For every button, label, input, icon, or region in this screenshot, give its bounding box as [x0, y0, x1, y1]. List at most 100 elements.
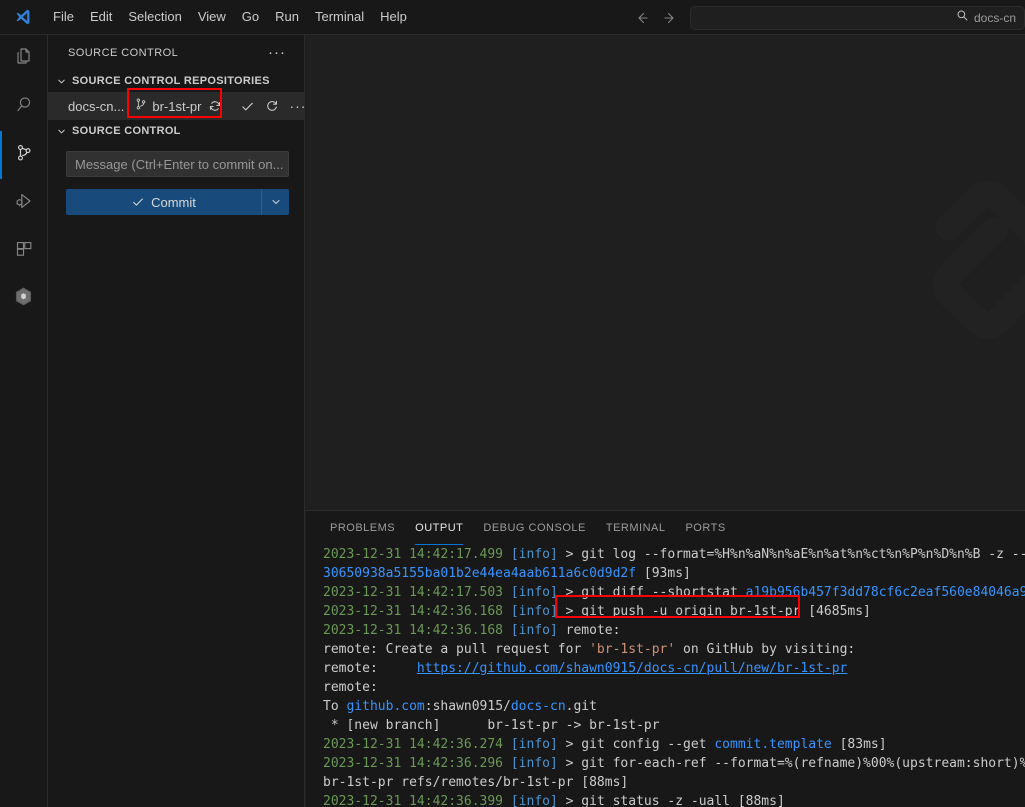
- output-log-segment: > git diff --shortstat: [557, 585, 746, 600]
- output-log-line: * [new branch] br-1st-pr -> br-1st-pr: [323, 716, 1025, 735]
- menu-help[interactable]: Help: [372, 5, 415, 29]
- navigate-back-icon[interactable]: [628, 5, 656, 31]
- repository-branch[interactable]: br-1st-pr: [134, 97, 222, 116]
- output-log-line: 2023-12-31 14:42:36.168 [info] remote:: [323, 621, 1025, 640]
- output-log-segment: 2023-12-31 14:42:17.503: [323, 585, 511, 600]
- output-log-line: 2023-12-31 14:42:17.503 [info] > git dif…: [323, 583, 1025, 602]
- chevron-down-icon: [53, 126, 69, 137]
- output-log-segment: docs-cn: [510, 699, 566, 714]
- output-log-segment: br-1st-pr refs/remotes/br-1st-pr [88ms]: [323, 775, 629, 790]
- tab-problems[interactable]: PROBLEMS: [320, 511, 405, 545]
- output-log-line: 30650938a5155ba01b2e44ea4aab611a6c0d9d2f…: [323, 564, 1025, 583]
- sidebar-item-run-and-debug[interactable]: [0, 179, 48, 227]
- repository-more-icon[interactable]: ···: [289, 99, 306, 113]
- editor-empty-area: [306, 35, 1025, 510]
- chevron-down-icon: [270, 196, 282, 208]
- search-icon: [956, 9, 969, 27]
- output-log-line: 2023-12-31 14:42:17.499 [info] > git log…: [323, 545, 1025, 564]
- output-log-line: 2023-12-31 14:42:36.274 [info] > git con…: [323, 735, 1025, 754]
- output-log-line: 2023-12-31 14:42:36.399 [info] > git sta…: [323, 792, 1025, 807]
- commit-check-icon[interactable]: [240, 99, 255, 114]
- command-center-group: docs-cn: [628, 0, 1025, 35]
- output-log-segment: remote:: [557, 623, 621, 638]
- title-bar: File Edit Selection View Go Run Terminal…: [0, 0, 1025, 35]
- repository-branch-name: br-1st-pr: [152, 98, 202, 114]
- sidebar-title: SOURCE CONTROL: [68, 46, 179, 59]
- repository-row[interactable]: docs-cn... br-1st-pr ···: [48, 92, 306, 120]
- section-title-repositories: SOURCE CONTROL REPOSITORIES: [72, 75, 270, 87]
- output-log-segment[interactable]: https://github.com/shawn0915/docs-cn/pul…: [417, 661, 847, 676]
- commit-dropdown-button[interactable]: [261, 189, 289, 215]
- sidebar-item-extensions[interactable]: [0, 227, 48, 275]
- activity-bar: [0, 35, 48, 807]
- sidebar-more-actions-icon[interactable]: ···: [268, 45, 286, 60]
- tab-terminal[interactable]: TERMINAL: [596, 511, 676, 545]
- source-control-icon: [12, 141, 36, 170]
- output-log-segment: [info]: [510, 604, 558, 619]
- output-log-segment: .git: [565, 699, 597, 714]
- output-log-segment: 30650938a5155ba01b2e44ea4aab611a6c0d9d2f: [323, 566, 637, 581]
- chevron-down-icon: [53, 76, 69, 87]
- output-log-segment: 'br-1st-pr': [589, 642, 676, 657]
- output-log-segment: * [new branch] br-1st-pr -> br-1st-pr: [323, 718, 660, 733]
- output-log-segment: :shawn0915/: [424, 699, 511, 714]
- tab-debug-console[interactable]: DEBUG CONSOLE: [473, 511, 595, 545]
- run-debug-icon: [12, 189, 36, 218]
- output-log-line: remote: https://github.com/shawn0915/doc…: [323, 659, 1025, 678]
- output-log-segment: > git push -u origin br-1st-pr [4685ms]: [557, 604, 871, 619]
- output-log-segment: on GitHub by visiting:: [675, 642, 856, 657]
- section-header-source-control[interactable]: SOURCE CONTROL: [48, 120, 304, 142]
- section-header-repositories[interactable]: SOURCE CONTROL REPOSITORIES: [48, 70, 304, 92]
- output-log-segment: [info]: [510, 794, 558, 807]
- output-log-segment: To: [323, 699, 347, 714]
- menu-terminal[interactable]: Terminal: [307, 5, 372, 29]
- sidebar-item-search[interactable]: [0, 83, 48, 131]
- check-icon: [131, 195, 145, 209]
- output-log-segment: commit.template: [714, 737, 832, 752]
- output-log[interactable]: 2023-12-31 14:42:17.499 [info] > git log…: [306, 545, 1025, 807]
- output-log-line: remote:: [323, 678, 1025, 697]
- output-log-segment: 2023-12-31 14:42:36.168: [323, 604, 511, 619]
- output-log-segment: 2023-12-31 14:42:36.296: [323, 756, 511, 771]
- menu-edit[interactable]: Edit: [82, 5, 120, 29]
- hexagon-icon: [12, 285, 35, 313]
- commit-button-group: Commit: [66, 189, 289, 215]
- menu-run[interactable]: Run: [267, 5, 307, 29]
- tab-output[interactable]: OUTPUT: [405, 511, 473, 545]
- output-log-line: 2023-12-31 14:42:36.168 [info] > git pus…: [323, 602, 1025, 621]
- commit-button[interactable]: Commit: [66, 189, 261, 215]
- output-log-segment: > git for-each-ref --format=%(refname)%0…: [557, 756, 1025, 771]
- output-log-line: 2023-12-31 14:42:36.296 [info] > git for…: [323, 754, 1025, 773]
- output-log-segment: [info]: [510, 585, 558, 600]
- repository-name: docs-cn...: [68, 98, 125, 114]
- refresh-icon[interactable]: [265, 99, 279, 113]
- sidebar-item-extension-hexagon[interactable]: [0, 275, 48, 323]
- output-log-segment: remote: Create a pull request for: [323, 642, 590, 657]
- output-log-segment: > git status -z -uall [88ms]: [557, 794, 785, 807]
- output-log-segment: [info]: [510, 756, 558, 771]
- output-log-segment: > git config --get: [557, 737, 715, 752]
- sync-changes-icon[interactable]: [208, 99, 222, 113]
- menu-file[interactable]: File: [45, 5, 82, 29]
- extensions-icon: [12, 237, 36, 266]
- vscode-logo-icon: [0, 8, 45, 26]
- output-log-segment: [93ms]: [636, 566, 691, 581]
- sidebar-title-bar: SOURCE CONTROL ···: [48, 35, 304, 70]
- vscode-watermark-logo-icon: [909, 180, 1025, 352]
- repository-actions: ···: [240, 99, 306, 114]
- commit-message-input[interactable]: Message (Ctrl+Enter to commit on...: [66, 151, 289, 177]
- sidebar-item-source-control[interactable]: [0, 131, 48, 179]
- menu-selection[interactable]: Selection: [120, 5, 189, 29]
- output-log-line: br-1st-pr refs/remotes/br-1st-pr [88ms]: [323, 773, 1025, 792]
- git-branch-icon: [134, 97, 148, 116]
- output-log-segment: a19b956b457f3dd78cf6c2eaf560e84046a9b: [745, 585, 1025, 600]
- output-log-segment: > git log --format=%H%n%aN%n%aE%n%at%n%c…: [557, 547, 1025, 562]
- tab-ports[interactable]: PORTS: [675, 511, 735, 545]
- sidebar-item-explorer[interactable]: [0, 35, 48, 83]
- output-log-segment: [info]: [510, 547, 558, 562]
- menu-go[interactable]: Go: [234, 5, 267, 29]
- command-center-text: docs-cn: [973, 10, 1016, 25]
- command-center-search[interactable]: docs-cn: [690, 5, 1025, 30]
- menu-view[interactable]: View: [190, 5, 234, 29]
- navigate-forward-icon[interactable]: [656, 5, 684, 31]
